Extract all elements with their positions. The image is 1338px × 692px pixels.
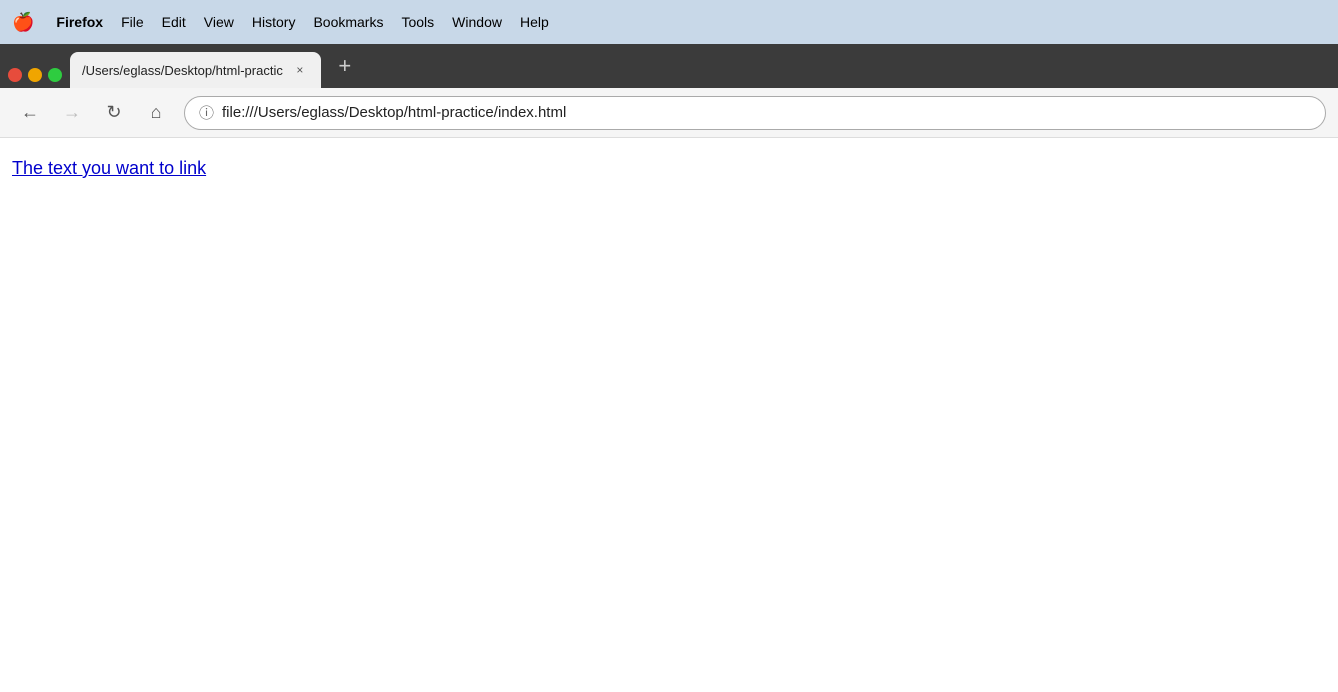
menu-item-file[interactable]: File: [121, 14, 144, 30]
tab-close-button[interactable]: ×: [291, 61, 309, 79]
menu-item-help[interactable]: Help: [520, 14, 549, 30]
menu-item-tools[interactable]: Tools: [401, 14, 434, 30]
info-icon: ⓘ: [199, 102, 214, 123]
tab-bar: /Users/eglass/Desktop/html-practic × +: [0, 44, 1338, 88]
maximize-window-button[interactable]: [48, 68, 62, 82]
menu-item-view[interactable]: View: [204, 14, 234, 30]
close-window-button[interactable]: [8, 68, 22, 82]
menu-item-edit[interactable]: Edit: [162, 14, 186, 30]
menu-bar: 🍎 Firefox File Edit View History Bookmar…: [0, 0, 1338, 44]
address-bar[interactable]: ⓘ file:///Users/eglass/Desktop/html-prac…: [184, 96, 1326, 130]
apple-logo-icon[interactable]: 🍎: [12, 12, 34, 33]
tab-title: /Users/eglass/Desktop/html-practic: [82, 63, 283, 78]
back-button[interactable]: ←: [12, 95, 48, 131]
reload-button[interactable]: ↻: [96, 95, 132, 131]
menu-item-window[interactable]: Window: [452, 14, 502, 30]
menu-item-history[interactable]: History: [252, 14, 296, 30]
new-tab-button[interactable]: +: [327, 48, 363, 84]
browser-tab[interactable]: /Users/eglass/Desktop/html-practic ×: [70, 52, 321, 88]
menu-item-bookmarks[interactable]: Bookmarks: [313, 14, 383, 30]
home-button[interactable]: ⌂: [138, 95, 174, 131]
forward-button[interactable]: →: [54, 95, 90, 131]
address-text: file:///Users/eglass/Desktop/html-practi…: [222, 104, 566, 121]
minimize-window-button[interactable]: [28, 68, 42, 82]
page-content: The text you want to link: [0, 138, 1338, 199]
nav-bar: ← → ↻ ⌂ ⓘ file:///Users/eglass/Desktop/h…: [0, 88, 1338, 138]
page-link[interactable]: The text you want to link: [12, 158, 206, 178]
menu-item-firefox[interactable]: Firefox: [56, 14, 103, 30]
